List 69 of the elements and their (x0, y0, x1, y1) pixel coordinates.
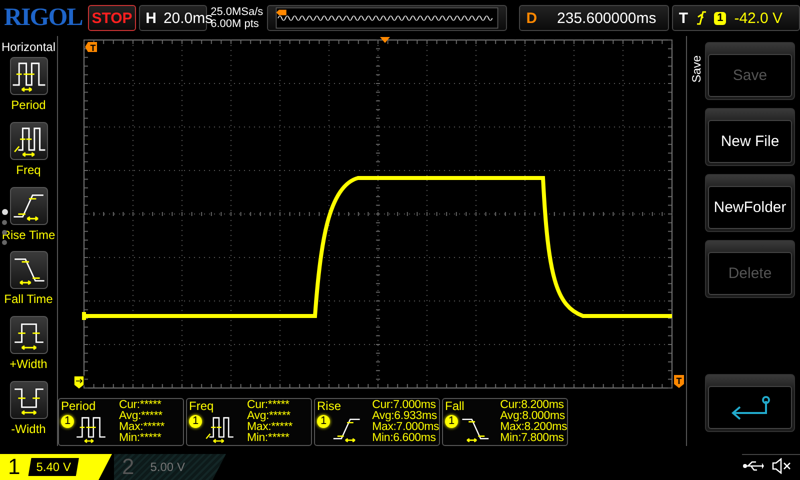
trigger-label: T (678, 10, 688, 26)
trigger-box[interactable]: T 1 -42.0 V (672, 5, 800, 31)
memory-depth: 6.00M pts (210, 18, 260, 30)
trigger-level-marker[interactable]: T (674, 375, 684, 388)
channel-badge: 1 (189, 415, 202, 428)
channel-offset-marker (82, 312, 86, 320)
menu-title: Horizontal (1, 40, 56, 54)
channel-badge: 1 (317, 415, 330, 428)
measurement-name: Freq (189, 399, 215, 413)
measurement-value: Cur:8.200ms (500, 400, 565, 411)
measurement-name: Fall (445, 399, 466, 413)
channel-scale: 5.00 V (149, 459, 186, 476)
measure-button[interactable] (10, 381, 48, 420)
softkey-button[interactable]: NewFolder (705, 174, 795, 232)
channel-badge: 1 (61, 415, 74, 428)
measurement-value: Max:8.200ms (500, 422, 567, 433)
measurement-value: Max:***** (247, 422, 292, 433)
softkey-label: Save (708, 54, 792, 97)
measure-button[interactable] (10, 251, 48, 290)
measurement-value: Avg:8.000ms (500, 411, 566, 422)
brand-logo: RIGOL (4, 4, 82, 32)
measure-label: Freq (16, 162, 41, 177)
channel-number: 1 (8, 454, 20, 480)
trigger-level: -42.0 V (734, 10, 783, 26)
channel-tab[interactable]: 2 5.00 V (114, 454, 226, 480)
softkey-label: Delete (708, 252, 792, 295)
measure-label: Fall Time (4, 292, 53, 306)
measure-button[interactable] (10, 57, 48, 95)
back-button[interactable] (705, 374, 795, 432)
channel-tab[interactable]: 1 5.40 V (0, 454, 112, 480)
sample-rate: 25.0MSa/s (210, 6, 264, 18)
usb-icon (742, 460, 764, 472)
measure-button[interactable] (10, 186, 48, 225)
softkey-label: NewFolder (708, 186, 792, 229)
run-stop-status[interactable]: STOP (88, 5, 136, 31)
measure-button[interactable] (10, 122, 48, 160)
measure-label: -Width (11, 422, 46, 436)
measurement-value: Cur:***** (119, 400, 162, 411)
muted-speaker-icon (772, 458, 792, 474)
measurement-value: Min:***** (247, 433, 290, 444)
measurement-value: Min:7.800ms (500, 433, 565, 444)
channel-ground-marker[interactable] (74, 376, 84, 390)
delay-value: 235.600000ms (557, 10, 656, 26)
delay-label: D (526, 10, 538, 26)
measure-label: +Width (10, 357, 48, 372)
rising-trigger-icon (696, 11, 706, 25)
channel-number: 2 (122, 454, 134, 480)
measurement-value: Avg:***** (247, 411, 292, 422)
channel-badge: 1 (445, 415, 458, 428)
measurement-value: Max:7.000ms (372, 422, 439, 433)
measurement-value: Cur:***** (247, 400, 290, 411)
measure-button[interactable] (10, 316, 48, 354)
channel-scale: 5.40 V (28, 458, 79, 476)
delay-box[interactable]: D 235.600000ms (519, 5, 669, 31)
measurement-value: Cur:7.000ms (372, 400, 437, 411)
trigger-marker[interactable]: T (85, 42, 97, 53)
timebase-label: H (146, 10, 156, 26)
measurement-value: Max:***** (119, 422, 164, 433)
softkey-label: New File (708, 120, 792, 163)
measurement-value: Min:***** (119, 433, 162, 444)
softkey-button[interactable]: New File (705, 108, 795, 166)
trigger-source-badge: 1 (714, 12, 726, 24)
measurement-name: Rise (317, 399, 342, 413)
measure-label: Period (11, 98, 46, 112)
measurement-value: Min:6.600ms (372, 433, 437, 444)
measurement-value: Avg:6.933ms (372, 411, 438, 422)
measurement-value: Avg:***** (119, 411, 164, 422)
measurement-name: Period (61, 399, 97, 413)
menu-title: Save (690, 55, 704, 83)
